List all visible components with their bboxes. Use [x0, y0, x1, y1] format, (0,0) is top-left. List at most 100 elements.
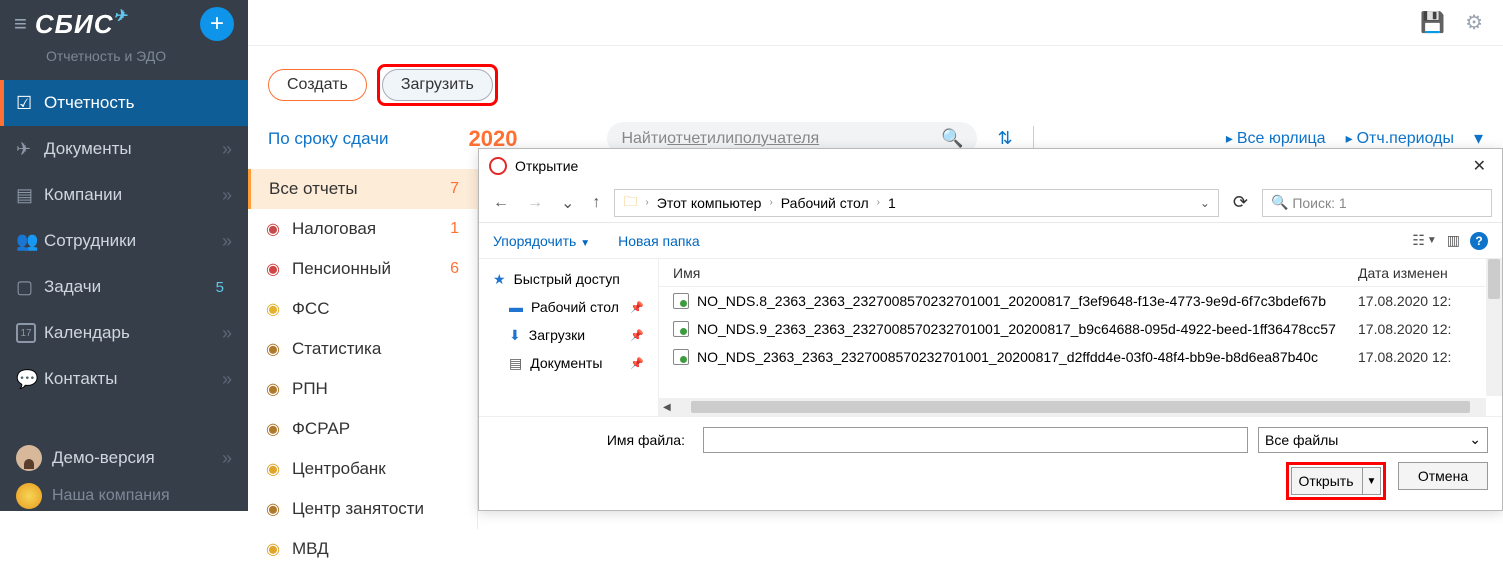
col-header-date[interactable]: Дата изменен — [1358, 265, 1488, 281]
chat-icon: 💬 — [16, 369, 44, 390]
sidebar-item-company[interactable]: Наша компания — [0, 481, 248, 511]
chevron-right-icon: » — [222, 185, 232, 206]
path-segment[interactable]: Рабочий стол — [781, 195, 869, 211]
tree-quick-access[interactable]: ★ Быстрый доступ — [479, 265, 658, 293]
cat-rpn[interactable]: ◉ РПН — [248, 369, 477, 409]
open-dropdown-icon[interactable]: ▼ — [1362, 468, 1380, 494]
cat-cbr[interactable]: ◉ Центробанк — [248, 449, 477, 489]
chevron-down-icon[interactable]: ⌄ — [1200, 196, 1210, 210]
avatar-icon — [16, 445, 42, 471]
upload-highlight: Загрузить — [377, 64, 498, 106]
path-segment[interactable]: 1 — [888, 195, 896, 211]
path-sep-icon: › — [769, 197, 772, 208]
sidebar-item-tasks[interactable]: ▢ Задачи 5 — [0, 264, 248, 310]
create-button[interactable]: Создать — [268, 69, 367, 101]
logo-bird-icon: ✈ — [114, 6, 128, 26]
refresh-icon[interactable]: ⟳ — [1229, 192, 1252, 213]
nav-back-icon[interactable]: ← — [489, 194, 513, 212]
sidebar-subtitle: Отчетность и ЭДО — [0, 48, 248, 80]
org-icon: ◉ — [266, 419, 292, 439]
org-icon: ◉ — [266, 299, 292, 319]
cat-mvd[interactable]: ◉ МВД — [248, 529, 477, 569]
save-icon[interactable]: 💾 — [1420, 10, 1445, 35]
sidebar: ≡ СБИС✈ + Отчетность и ЭДО ☑ Отчетность … — [0, 0, 248, 511]
download-icon: ⬇ — [509, 327, 521, 344]
view-preview-icon[interactable]: ▥ — [1447, 232, 1460, 249]
search-icon[interactable]: 🔍 — [941, 128, 963, 149]
cat-stat[interactable]: ◉ Статистика — [248, 329, 477, 369]
chevron-right-icon: » — [222, 369, 232, 390]
cat-all-reports[interactable]: Все отчеты 7 — [248, 169, 477, 209]
pin-icon: 📌 — [630, 329, 644, 342]
col-header-name[interactable]: Имя — [673, 265, 1358, 281]
path-bar[interactable]: 🗀 › Этот компьютер › Рабочий стол › 1 ⌄ — [614, 189, 1219, 217]
org-icon: ◉ — [266, 459, 292, 479]
cat-pension[interactable]: ◉ Пенсионный 6 — [248, 249, 477, 289]
gear-icon[interactable]: ⚙ — [1465, 10, 1483, 35]
sidebar-item-contacts[interactable]: 💬 Контакты » — [0, 356, 248, 402]
badge-count: 5 — [216, 279, 224, 296]
view-list-icon[interactable]: ☷ ▼ — [1412, 232, 1436, 249]
chevron-right-icon: » — [222, 448, 232, 469]
dialog-title: Открытие — [515, 158, 1467, 174]
org-icon: ◉ — [266, 499, 292, 519]
company-logo-icon — [16, 483, 42, 509]
help-icon[interactable]: ? — [1470, 232, 1488, 250]
pin-icon: 📌 — [630, 357, 644, 370]
filter-by-deadline[interactable]: По сроку сдачи — [268, 129, 389, 149]
menu-icon[interactable]: ≡ — [14, 11, 27, 37]
file-icon — [673, 349, 689, 365]
folder-icon: 🗀 — [623, 191, 637, 215]
funnel-icon[interactable]: ▾ — [1474, 128, 1483, 149]
nav-history-icon[interactable]: ⌄ — [557, 193, 578, 213]
sidebar-item-demo[interactable]: Демо-версия » — [0, 435, 248, 481]
search-icon: 🔍 — [1271, 194, 1288, 211]
file-open-dialog: Открытие ✕ ← → ⌄ ↑ 🗀 › Этот компьютер › … — [478, 148, 1503, 511]
periods-link[interactable]: Отч.периоды — [1346, 130, 1454, 148]
close-icon[interactable]: ✕ — [1467, 156, 1492, 176]
star-icon: ★ — [493, 271, 506, 288]
list-settings-icon[interactable]: ⇅ — [997, 128, 1012, 149]
filetype-select[interactable]: Все файлы — [1258, 427, 1488, 453]
file-list: Имя Дата изменен NO_NDS.8_2363_2363_2327… — [659, 259, 1502, 416]
check-square-icon: ☑ — [16, 93, 44, 114]
sidebar-item-companies[interactable]: ▤ Компании » — [0, 172, 248, 218]
sidebar-item-documents[interactable]: ✈ Документы » — [0, 126, 248, 172]
sidebar-item-reports[interactable]: ☑ Отчетность — [0, 80, 248, 126]
cat-fsrar[interactable]: ◉ ФСРАР — [248, 409, 477, 449]
filename-input[interactable] — [703, 427, 1248, 453]
path-sep-icon: › — [877, 197, 880, 208]
upload-button[interactable]: Загрузить — [382, 69, 493, 101]
logo: СБИС✈ — [35, 9, 200, 40]
dialog-search-input[interactable]: 🔍 Поиск: 1 — [1262, 189, 1492, 217]
file-row[interactable]: NO_NDS.9_2363_2363_2327008570232701001_2… — [659, 315, 1502, 343]
sidebar-item-employees[interactable]: 👥 Сотрудники » — [0, 218, 248, 264]
desktop-icon: ▬ — [509, 299, 523, 315]
sidebar-item-calendar[interactable]: 17 Календарь » — [0, 310, 248, 356]
org-icon: ◉ — [266, 539, 292, 559]
scrollbar-vertical[interactable] — [1486, 259, 1502, 396]
cat-employment[interactable]: ◉ Центр занятости — [248, 489, 477, 529]
org-icon: ◉ — [266, 219, 292, 239]
file-row[interactable]: NO_NDS_2363_2363_2327008570232701001_202… — [659, 343, 1502, 371]
open-button[interactable]: Открыть ▼ — [1291, 467, 1381, 495]
folder-tree: ★ Быстрый доступ ▬ Рабочий стол 📌 ⬇ Загр… — [479, 259, 659, 416]
cancel-button[interactable]: Отмена — [1398, 462, 1488, 490]
scrollbar-horizontal[interactable]: ◀ — [659, 398, 1486, 416]
tree-desktop[interactable]: ▬ Рабочий стол 📌 — [479, 293, 658, 321]
tree-documents[interactable]: ▤ Документы 📌 — [479, 349, 658, 377]
opera-icon — [489, 157, 507, 175]
cat-fss[interactable]: ◉ ФСС — [248, 289, 477, 329]
cat-tax[interactable]: ◉ Налоговая 1 — [248, 209, 477, 249]
new-folder-button[interactable]: Новая папка — [618, 233, 700, 249]
tree-downloads[interactable]: ⬇ Загрузки 📌 — [479, 321, 658, 349]
organize-menu[interactable]: Упорядочить ▼ — [493, 233, 590, 249]
path-segment[interactable]: Этот компьютер — [657, 195, 762, 211]
calendar-icon: 17 — [16, 323, 36, 343]
add-button[interactable]: + — [200, 7, 234, 41]
nav-forward-icon[interactable]: → — [523, 194, 547, 212]
file-row[interactable]: NO_NDS.8_2363_2363_2327008570232701001_2… — [659, 287, 1502, 315]
nav-up-icon[interactable]: ↑ — [588, 194, 604, 212]
category-list: Все отчеты 7 ◉ Налоговая 1 ◉ Пенсионный … — [248, 169, 478, 529]
all-legal-link[interactable]: Все юрлица — [1226, 130, 1326, 148]
